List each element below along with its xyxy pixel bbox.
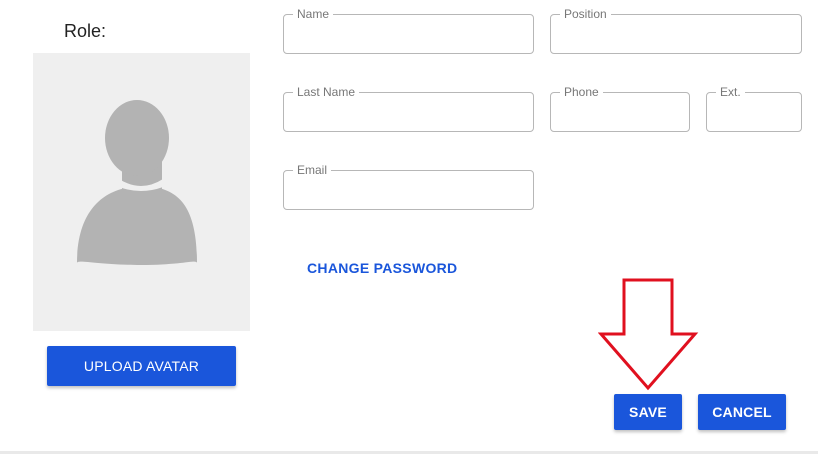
email-input[interactable] — [296, 181, 521, 199]
ext-input[interactable] — [719, 103, 789, 121]
role-label: Role: — [64, 21, 107, 41]
cancel-button[interactable]: CANCEL — [698, 394, 786, 430]
avatar-placeholder — [33, 53, 250, 331]
change-password-link[interactable]: CHANGE PASSWORD — [307, 260, 457, 276]
position-input[interactable] — [563, 25, 789, 43]
phone-field[interactable]: Phone — [550, 85, 690, 132]
phone-input[interactable] — [563, 103, 677, 121]
email-field[interactable]: Email — [283, 163, 534, 210]
name-input[interactable] — [296, 25, 521, 43]
ext-field-label: Ext. — [716, 85, 745, 99]
last-name-field[interactable]: Last Name — [283, 85, 534, 132]
user-silhouette-icon — [77, 100, 197, 265]
name-field[interactable]: Name — [283, 7, 534, 54]
phone-field-label: Phone — [560, 85, 603, 99]
last-name-field-label: Last Name — [293, 85, 360, 99]
name-field-label: Name — [293, 7, 334, 21]
ext-field[interactable]: Ext. — [706, 85, 802, 132]
down-arrow-icon — [598, 278, 699, 391]
email-field-label: Email — [293, 163, 332, 177]
upload-avatar-button[interactable]: UPLOAD AVATAR — [47, 346, 236, 386]
position-field-label: Position — [560, 7, 611, 21]
last-name-input[interactable] — [296, 103, 521, 121]
save-button[interactable]: SAVE — [614, 394, 682, 430]
position-field[interactable]: Position — [550, 7, 802, 54]
